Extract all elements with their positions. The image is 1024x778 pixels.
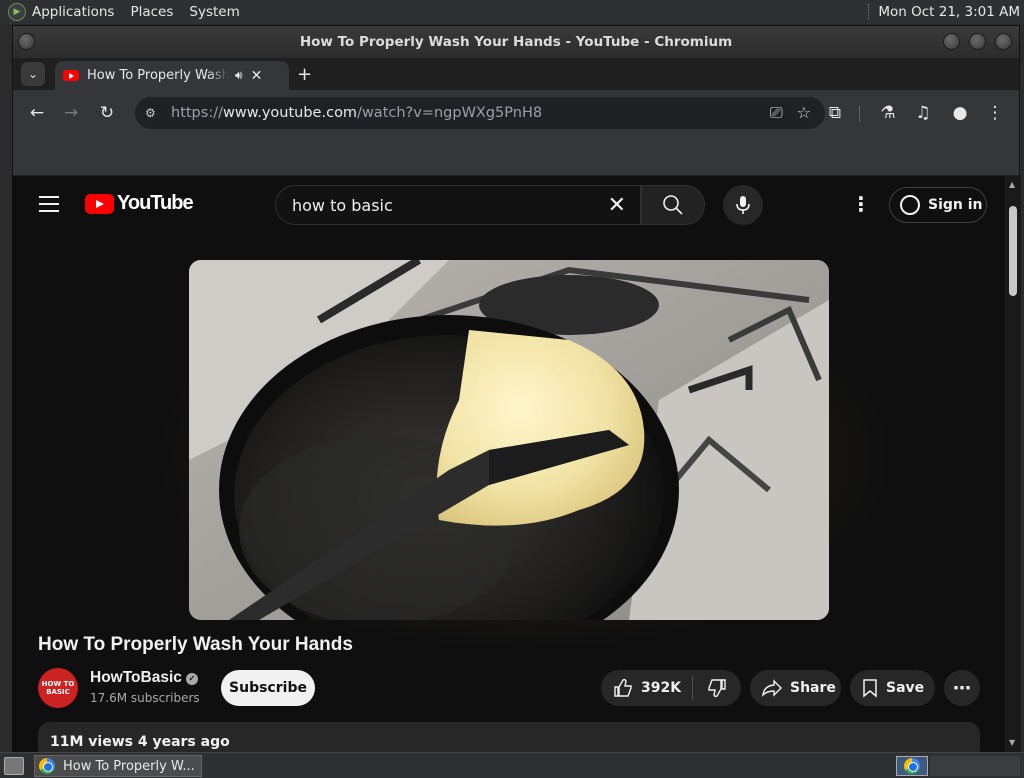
sign-in-button[interactable]: Sign in bbox=[889, 187, 987, 223]
description-box[interactable]: 11M views 4 years ago bbox=[38, 722, 980, 753]
forward-arrow-icon[interactable]: → bbox=[57, 99, 85, 127]
clock[interactable]: Mon Oct 21, 3:01 AM bbox=[878, 4, 1020, 20]
tab-search-button[interactable]: ⌄ bbox=[21, 62, 45, 86]
bookmark-star-icon[interactable]: ☆ bbox=[797, 103, 811, 123]
sign-in-label: Sign in bbox=[928, 197, 983, 213]
search-icon bbox=[663, 195, 683, 215]
workspace-switcher[interactable] bbox=[896, 756, 928, 776]
applications-menu[interactable]: Applications bbox=[32, 4, 114, 20]
youtube-logo[interactable]: YouTube bbox=[85, 192, 194, 215]
youtube-page: YouTube how to basic ✕ ⋮ Sign in How To … bbox=[13, 176, 1005, 753]
channel-avatar-text: HOW TO BASIC bbox=[41, 680, 75, 696]
media-controls-icon[interactable]: ♫ bbox=[909, 99, 937, 127]
panel-separator bbox=[868, 4, 870, 20]
url-text[interactable]: https://www.youtube.com/watch?v=ngpWXg5P… bbox=[171, 105, 542, 121]
youtube-logo-text: YouTube bbox=[117, 192, 194, 214]
labs-flask-icon[interactable]: ⚗ bbox=[874, 99, 902, 127]
close-window-button[interactable] bbox=[995, 33, 1012, 50]
search-button[interactable] bbox=[641, 185, 705, 225]
scrollbar-thumb[interactable] bbox=[1009, 206, 1017, 296]
youtube-favicon-icon bbox=[63, 70, 79, 81]
like-button[interactable]: 392K bbox=[601, 676, 693, 700]
video-player[interactable] bbox=[189, 260, 829, 620]
view-count-date: 11M views 4 years ago bbox=[50, 734, 230, 750]
account-circle-icon bbox=[900, 195, 920, 215]
share-arrow-icon bbox=[762, 679, 782, 697]
top-panel: ▶ Applications Places System Mon Oct 21,… bbox=[0, 0, 1024, 24]
workspace-chromium-icon bbox=[904, 758, 920, 774]
distro-logo-icon[interactable]: ▶ bbox=[8, 3, 26, 21]
back-arrow-icon[interactable]: ← bbox=[23, 99, 51, 127]
settings-more-icon[interactable]: ⋮ bbox=[851, 192, 871, 216]
system-menu[interactable]: System bbox=[189, 4, 239, 20]
extensions-icon[interactable]: ⧉ bbox=[821, 99, 849, 127]
search-input[interactable]: how to basic ✕ bbox=[275, 185, 641, 225]
dislike-button[interactable] bbox=[693, 678, 741, 698]
browser-window: How To Properly Wash Your Hands - YouTub… bbox=[12, 25, 1021, 753]
workspace-2[interactable] bbox=[930, 756, 1020, 776]
browser-menu-icon[interactable]: ⋮ bbox=[981, 99, 1009, 127]
window-titlebar[interactable]: How To Properly Wash Your Hands - YouTub… bbox=[13, 26, 1019, 58]
show-desktop-icon[interactable] bbox=[4, 756, 24, 775]
maximize-button[interactable] bbox=[969, 33, 986, 50]
chevron-down-icon: ⌄ bbox=[27, 67, 39, 81]
like-count: 392K bbox=[641, 680, 682, 696]
voice-search-button[interactable] bbox=[723, 185, 763, 225]
places-menu[interactable]: Places bbox=[130, 4, 173, 20]
address-bar[interactable]: ⚙ https://www.youtube.com/watch?v=ngpWXg… bbox=[135, 97, 825, 129]
tab-title: How To Properly Wash Your Hands - YouTub… bbox=[87, 68, 229, 83]
thumbs-down-icon bbox=[708, 679, 726, 698]
hamburger-menu-icon[interactable] bbox=[39, 196, 59, 217]
tab-youtube[interactable]: How To Properly Wash Your Hands - YouTub… bbox=[55, 61, 289, 90]
video-title: How To Properly Wash Your Hands bbox=[38, 634, 353, 655]
window-title: How To Properly Wash Your Hands - YouTub… bbox=[299, 34, 733, 50]
site-info-icon[interactable]: ⚙ bbox=[145, 106, 163, 120]
toolbar-spacer bbox=[13, 136, 1019, 176]
toolbar-divider bbox=[859, 106, 860, 122]
subscribe-button[interactable]: Subscribe bbox=[221, 670, 315, 706]
more-actions-button[interactable]: ⋯ bbox=[944, 670, 980, 706]
clear-search-icon[interactable]: ✕ bbox=[608, 193, 626, 218]
minimize-button[interactable] bbox=[943, 33, 960, 50]
install-app-icon[interactable]: ⎚ bbox=[770, 103, 783, 123]
browser-toolbar: ← → ↻ ⚙ https://www.youtube.com/watch?v=… bbox=[13, 90, 1019, 136]
search-query[interactable]: how to basic bbox=[292, 196, 608, 215]
video-frame bbox=[189, 260, 829, 620]
new-tab-button[interactable]: + bbox=[297, 64, 312, 85]
audio-playing-icon[interactable]: 🔊︎ bbox=[235, 68, 243, 83]
taskbar-window-button[interactable]: How To Properly W... bbox=[34, 755, 202, 777]
channel-name[interactable]: HowToBasic ✓ bbox=[90, 669, 198, 687]
thumbs-up-icon bbox=[614, 678, 632, 697]
window-menu-button[interactable] bbox=[18, 33, 35, 50]
bookmark-icon bbox=[863, 679, 877, 698]
bottom-taskbar: How To Properly W... bbox=[0, 752, 1024, 778]
save-label: Save bbox=[886, 680, 925, 696]
like-dislike-group: 392K bbox=[601, 670, 741, 706]
subscriber-count: 17.6M subscribers bbox=[90, 691, 200, 705]
microphone-icon bbox=[736, 196, 750, 214]
close-tab-icon[interactable]: ✕ bbox=[251, 68, 263, 84]
channel-avatar[interactable]: HOW TO BASIC bbox=[38, 668, 78, 708]
taskbar-window-label: How To Properly W... bbox=[63, 758, 195, 774]
share-label: Share bbox=[790, 680, 836, 696]
profile-avatar-icon[interactable]: ● bbox=[946, 99, 974, 127]
chromium-icon bbox=[39, 758, 55, 774]
youtube-play-logo-icon bbox=[85, 193, 114, 214]
tab-strip: ⌄ How To Properly Wash Your Hands - YouT… bbox=[13, 58, 1019, 90]
page-scrollbar[interactable]: ▲ ▼ bbox=[1005, 176, 1021, 753]
share-button[interactable]: Share bbox=[750, 670, 841, 706]
reload-icon[interactable]: ↻ bbox=[93, 99, 121, 127]
save-button[interactable]: Save bbox=[850, 670, 935, 706]
scroll-up-arrow-icon[interactable]: ▲ bbox=[1009, 180, 1015, 189]
more-horizontal-icon: ⋯ bbox=[953, 677, 971, 699]
verified-check-icon: ✓ bbox=[185, 673, 198, 685]
scroll-down-arrow-icon[interactable]: ▼ bbox=[1009, 738, 1015, 747]
